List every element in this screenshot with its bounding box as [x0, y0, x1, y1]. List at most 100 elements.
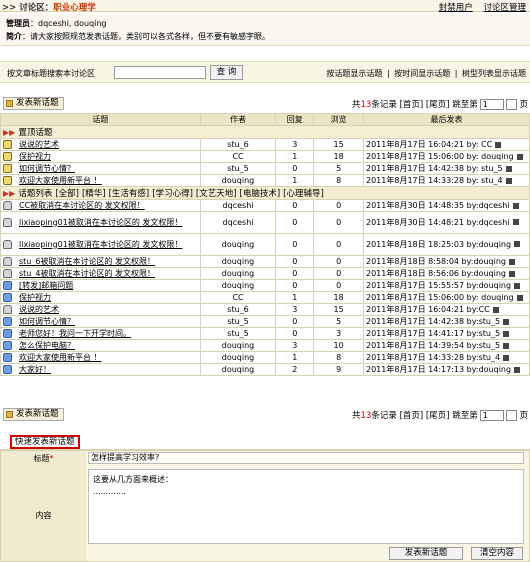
views-cell: 0 — [313, 279, 364, 292]
breadcrumb: >> 讨论区：职业心理学 — [2, 1, 96, 13]
author-cell: douqing — [199, 267, 277, 280]
col-header-views[interactable]: 浏览 — [313, 113, 364, 126]
forum-admin-link[interactable]: 讨论区管理 — [483, 3, 526, 13]
topic-title-link[interactable]: 如何调节心情？ — [19, 317, 75, 326]
topic-title-link[interactable]: 说说的艺术 — [19, 305, 59, 314]
bottom-toolbar: 发表新话题 共13条记录 [首页] [尾页] 跳至第 1 页 — [0, 407, 530, 423]
page-nav-links[interactable]: [首页] [尾页] — [400, 100, 450, 110]
replies-cell: 0 — [275, 255, 315, 268]
last-post-text: 2011年8月18日 18:25:03 by:douqing — [366, 239, 512, 249]
category-filter-tab[interactable]: [全部] — [55, 189, 79, 199]
goto-last-post-icon[interactable] — [492, 306, 499, 313]
goto-last-post-icon[interactable] — [514, 366, 521, 373]
search-button[interactable]: 查 询 — [210, 65, 243, 80]
category-filter-tab[interactable]: [文艺天地] — [196, 189, 237, 199]
submit-topic-button[interactable]: 发表新话题 — [389, 547, 463, 560]
author-cell: dqceshi — [199, 199, 277, 212]
col-header-author[interactable]: 作者 — [199, 113, 277, 126]
last-post-text: 2011年8月30日 14:48:35 by:dqceshi — [366, 201, 510, 210]
goto-last-post-icon[interactable] — [505, 177, 512, 184]
topic-title-link[interactable]: 说说的艺术 — [19, 140, 59, 149]
goto-last-post-icon[interactable] — [495, 141, 502, 148]
goto-last-post-icon[interactable] — [503, 354, 510, 361]
topic-title-link[interactable]: 老师您好！我问一下开学时间。 — [19, 329, 131, 338]
clear-content-button[interactable]: 清空内容 — [471, 547, 523, 560]
topic-cell: 保护视力 — [0, 291, 201, 304]
topic-title-link[interactable]: stu_6被取消在本讨论区的 发文权限！ — [19, 257, 155, 266]
total-prefix: 共 — [352, 411, 361, 421]
goto-last-post-icon[interactable] — [512, 202, 519, 209]
views-cell: 8 — [313, 351, 364, 364]
last-post-text: 2011年8月17日 14:41:17 by:stu_5 — [366, 329, 501, 338]
author-cell: douqing — [199, 174, 277, 187]
category-filter-tab[interactable]: [精华] — [82, 189, 106, 199]
category-filter-tab[interactable]: [学习心得] — [152, 189, 193, 199]
topic-title-link[interactable]: 欢迎大家使用新平台 ！ — [19, 176, 102, 185]
last-post-cell: 2011年8月17日 16:04:21 by:CC — [363, 303, 530, 316]
topic-title-link[interactable]: 怎么保护电脑？ — [19, 341, 75, 350]
category-filter-tab[interactable]: [生活有感] — [109, 189, 150, 199]
topic-title-link[interactable]: CC被取消在本讨论区的 发文权限！ — [19, 201, 145, 210]
col-header-topic[interactable]: 话题 — [0, 113, 201, 126]
goto-last-post-icon[interactable] — [512, 219, 519, 225]
topic-title-link[interactable]: [转发]邮箱问题 — [19, 281, 73, 290]
page-nav-links[interactable]: [首页] [尾页] — [400, 411, 450, 421]
replies-cell: 0 — [275, 327, 315, 340]
view-tree-link[interactable]: 树型列表显示话题 — [462, 69, 526, 78]
view-by-topic-link[interactable]: 按话题显示话题 — [326, 69, 382, 78]
topic-icon — [3, 365, 12, 374]
page-select[interactable]: 1 — [479, 99, 504, 110]
topic-title-link[interactable]: lixiaoping01被取消在本讨论区的 发文权限！ — [19, 218, 182, 227]
topic-title-link[interactable]: 大家好！ — [19, 365, 51, 374]
ban-users-link[interactable]: 封禁用户 — [439, 3, 473, 13]
topic-title-link[interactable]: lixiaoping01被取消在本讨论区的 发文权限！ — [19, 240, 182, 249]
view-by-time-link[interactable]: 按时间显示话题 — [394, 69, 450, 78]
replies-cell: 0 — [275, 162, 315, 175]
goto-last-post-icon[interactable] — [516, 294, 523, 301]
topic-cell: CC被取消在本讨论区的 发文权限！ — [0, 199, 201, 212]
last-post-cell: 2011年8月17日 14:41:17 by:stu_5 — [363, 327, 530, 340]
goto-last-post-icon[interactable] — [508, 270, 515, 277]
goto-last-post-icon[interactable] — [516, 153, 523, 160]
topic-title-link[interactable]: 如何调节心情？ — [19, 164, 75, 173]
goto-last-post-icon[interactable] — [505, 165, 512, 172]
topic-cell: 欢迎大家使用新平台 ！ — [0, 351, 201, 364]
topic-icon — [3, 329, 12, 338]
post-topic-button-bottom[interactable]: 发表新话题 — [3, 408, 64, 421]
body-textarea[interactable]: 这要从几方面来概述： ............. — [88, 469, 524, 544]
category-filter-tab[interactable]: [电脑技术] — [240, 189, 281, 199]
views-cell: 15 — [313, 303, 364, 316]
page-select[interactable]: 1 — [479, 410, 504, 421]
replies-cell: 1 — [275, 351, 315, 364]
last-post-text: 2011年8月17日 15:55:57 by:douqing — [366, 281, 512, 290]
post-icon — [6, 411, 13, 418]
goto-last-post-icon[interactable] — [514, 282, 521, 289]
goto-last-post-icon[interactable] — [503, 342, 510, 349]
title-label-cell: 标题* — [1, 451, 86, 466]
category-filter-tab[interactable]: [心理辅导] — [283, 189, 324, 199]
topic-cell: 老师您好！我问一下开学时间。 — [0, 327, 201, 340]
title-input[interactable]: 怎样提高学习效率? — [88, 452, 524, 464]
pinned-topic-icon — [3, 176, 12, 185]
topic-title-link[interactable]: 保护视力 — [19, 293, 51, 302]
last-post-text: 2011年8月17日 16:04:21 by:CC — [366, 305, 490, 314]
goto-last-post-icon[interactable] — [503, 318, 510, 325]
goto-last-post-icon[interactable] — [514, 241, 521, 247]
topic-title-link[interactable]: stu_4被取消在本讨论区的 发文权限！ — [19, 269, 155, 278]
col-header-replies[interactable]: 回复 — [275, 113, 315, 126]
quick-post-tab[interactable]: 快速发表新话题 — [10, 435, 80, 449]
search-input[interactable] — [114, 66, 206, 79]
page-go-icon[interactable] — [505, 99, 517, 110]
post-topic-button[interactable]: 发表新话题 — [3, 97, 64, 110]
topic-cell: lixiaoping01被取消在本讨论区的 发文权限！ — [0, 233, 201, 256]
page-go-icon[interactable] — [505, 410, 517, 421]
search-label: 按文章标题搜索本讨论区 — [7, 69, 95, 78]
post-icon — [6, 100, 13, 107]
col-header-last-post[interactable]: 最后发表 — [363, 113, 530, 126]
goto-last-post-icon[interactable] — [503, 330, 510, 337]
views-cell: 0 — [313, 211, 364, 234]
topic-title-link[interactable]: 保护视力 — [19, 152, 51, 161]
topic-title-link[interactable]: 欢迎大家使用新平台 ！ — [19, 353, 102, 362]
last-post-text: 2011年8月17日 14:42:38 by: stu_5 — [366, 164, 503, 173]
goto-last-post-icon[interactable] — [508, 258, 515, 265]
